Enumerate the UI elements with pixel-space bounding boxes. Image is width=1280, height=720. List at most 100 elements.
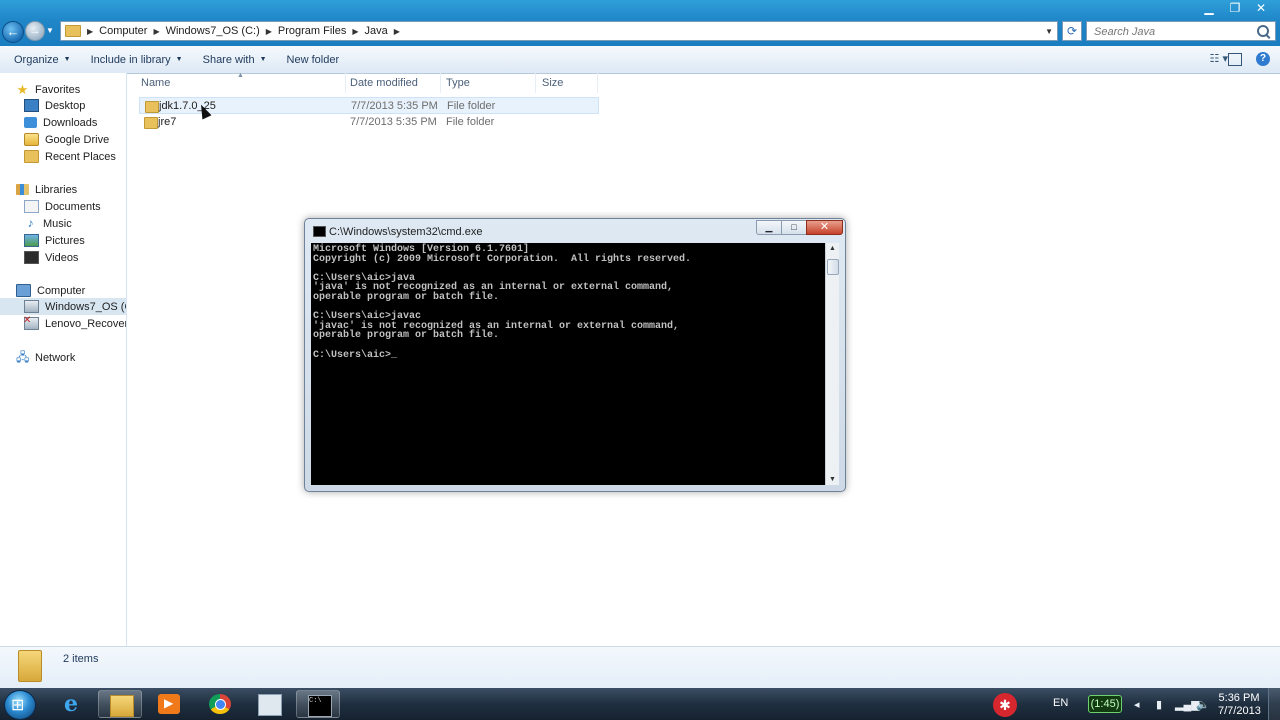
breadcrumb-computer[interactable]: Computer ▶ [99,25,159,37]
breadcrumb-windows7-os[interactable]: Windows7_OS (C:) ▶ [166,25,272,37]
cmd-minimize-button[interactable]: ▁ [756,220,782,235]
minimize-icon[interactable]: ▁ [1196,0,1222,17]
column-type[interactable]: Type [446,77,470,89]
forward-button[interactable]: → [25,21,45,41]
console-text: Microsoft Windows [Version 6.1.7601] Cop… [313,244,692,361]
sidebar-network[interactable]: 🖧 Network [0,349,126,366]
details-pane [0,646,1280,689]
sidebar-label: Music [43,217,72,230]
preview-pane-icon[interactable] [1228,53,1242,66]
taskbar-media-player[interactable] [147,690,191,718]
tray-app-icon[interactable]: ✱ [993,693,1017,717]
back-button[interactable]: ← [2,21,24,43]
sidebar-item-music[interactable]: ♪ Music [0,215,126,232]
sidebar-computer[interactable]: Computer [0,282,126,299]
chevron-right-icon[interactable]: ▶ [352,27,358,36]
search-input[interactable] [1092,23,1256,41]
change-view-icon[interactable]: ☷ ▾ [1210,52,1228,65]
show-desktop-button[interactable] [1268,688,1280,720]
scroll-down-icon[interactable]: ▼ [829,476,836,483]
sidebar-label: Google Drive [45,133,110,146]
column-name[interactable]: Name [141,77,170,89]
clock-date: 7/7/2013 [1218,705,1261,717]
sidebar-label: Network [35,351,76,364]
file-type: File folder [447,100,496,112]
folder-icon [18,650,42,682]
scroll-up-icon[interactable]: ▲ [829,245,836,252]
chevron-right-icon[interactable]: ▶ [394,27,400,36]
file-name: jre7 [158,116,177,128]
console-output[interactable]: Microsoft Windows [Version 6.1.7601] Cop… [311,243,825,485]
share-with-label: Share with [202,53,255,66]
battery-time-badge[interactable]: (1:45) [1088,695,1122,713]
column-divider[interactable] [597,73,598,93]
column-divider[interactable] [440,73,441,93]
search-box[interactable] [1086,21,1276,41]
sidebar-item-downloads[interactable]: Downloads [0,114,126,131]
volume-icon[interactable]: 🔈 [1196,698,1210,711]
refresh-button[interactable]: ⟳ [1062,21,1082,41]
chevron-right-icon[interactable]: ▶ [266,27,272,36]
star-icon: ★ [16,82,29,97]
taskbar-windows-explorer[interactable] [98,690,142,718]
close-icon[interactable]: ✕ [1248,0,1274,17]
desktop-icon [24,99,39,112]
cmd-window[interactable]: C:\Windows\system32\cmd.exe ▁ □ ✕ Micros… [304,218,846,492]
breadcrumb-java[interactable]: Java ▶ [365,25,400,37]
breadcrumb-label: Program Files [277,25,347,37]
windows-logo-icon: ⊞ [11,697,25,714]
sidebar-item-videos[interactable]: Videos [0,249,126,266]
taskbar-internet-explorer[interactable]: e [49,690,93,718]
address-dropdown-icon[interactable]: ▼ [1045,27,1053,36]
sidebar-libraries[interactable]: Libraries [0,181,126,198]
search-icon[interactable] [1257,25,1269,37]
battery-icon[interactable]: ▮ [1156,698,1162,711]
scroll-thumb[interactable] [827,259,839,275]
taskbar-app[interactable] [247,690,291,718]
sort-ascending-icon: ▲ [237,72,244,79]
sidebar-item-desktop[interactable]: Desktop [0,97,126,114]
file-type: File folder [446,116,495,128]
organize-button[interactable]: Organize ▼ [14,54,71,66]
new-folder-button[interactable]: New folder [287,54,340,66]
documents-icon [24,200,39,213]
breadcrumb-program-files[interactable]: Program Files ▶ [278,25,359,37]
taskbar-chrome[interactable] [198,690,242,718]
include-in-library-label: Include in library [90,53,171,66]
sidebar-item-pictures[interactable]: Pictures [0,232,126,249]
system-clock[interactable]: 5:36 PM 7/7/2013 [1218,692,1261,718]
cmd-maximize-button[interactable]: □ [781,220,807,235]
sidebar-item-google-drive[interactable]: Google Drive [0,131,126,148]
column-date-modified[interactable]: Date modified [350,77,418,89]
sidebar-item-lenovo-recovery[interactable]: Lenovo_Recovery (C [0,315,126,332]
chevron-right-icon[interactable]: ▶ [153,27,159,36]
column-divider[interactable] [345,73,346,93]
recent-pages-dropdown-icon[interactable]: ▼ [46,26,54,35]
restore-icon[interactable]: ❐ [1222,0,1248,17]
start-button[interactable]: ⊞ [4,690,36,720]
include-in-library-button[interactable]: Include in library ▼ [91,54,183,66]
column-divider[interactable] [535,73,536,93]
breadcrumb-label: Windows7_OS (C:) [165,25,260,37]
chrome-icon [209,694,231,714]
chevron-down-icon: ▼ [63,56,71,63]
item-count: 2 items [63,653,99,665]
share-with-button[interactable]: Share with ▼ [203,54,267,66]
help-icon[interactable]: ? [1256,52,1270,66]
internet-explorer-icon: e [64,691,78,717]
file-date: 7/7/2013 5:35 PM [351,100,438,112]
sidebar-item-windows7-os[interactable]: Windows7_OS (C:) [0,298,126,315]
chevron-right-icon[interactable]: ▶ [87,27,93,36]
console-scrollbar[interactable]: ▲ ▼ [825,243,839,485]
folder-icon [65,25,81,37]
taskbar-cmd[interactable]: C:\ [296,690,340,718]
address-bar[interactable]: ▶ Computer ▶ Windows7_OS (C:) ▶ Program Fi… [60,21,1058,41]
sidebar-favorites[interactable]: ★ Favorites [0,81,126,98]
sidebar-item-documents[interactable]: Documents [0,198,126,215]
sidebar-item-recent-places[interactable]: Recent Places [0,148,126,165]
language-indicator[interactable]: EN [1053,697,1068,709]
column-size[interactable]: Size [542,77,563,89]
tray-chevron-icon[interactable]: ◂ [1134,698,1140,711]
cmd-close-button[interactable]: ✕ [806,220,843,235]
minimize-icon: ▁ [765,222,773,232]
